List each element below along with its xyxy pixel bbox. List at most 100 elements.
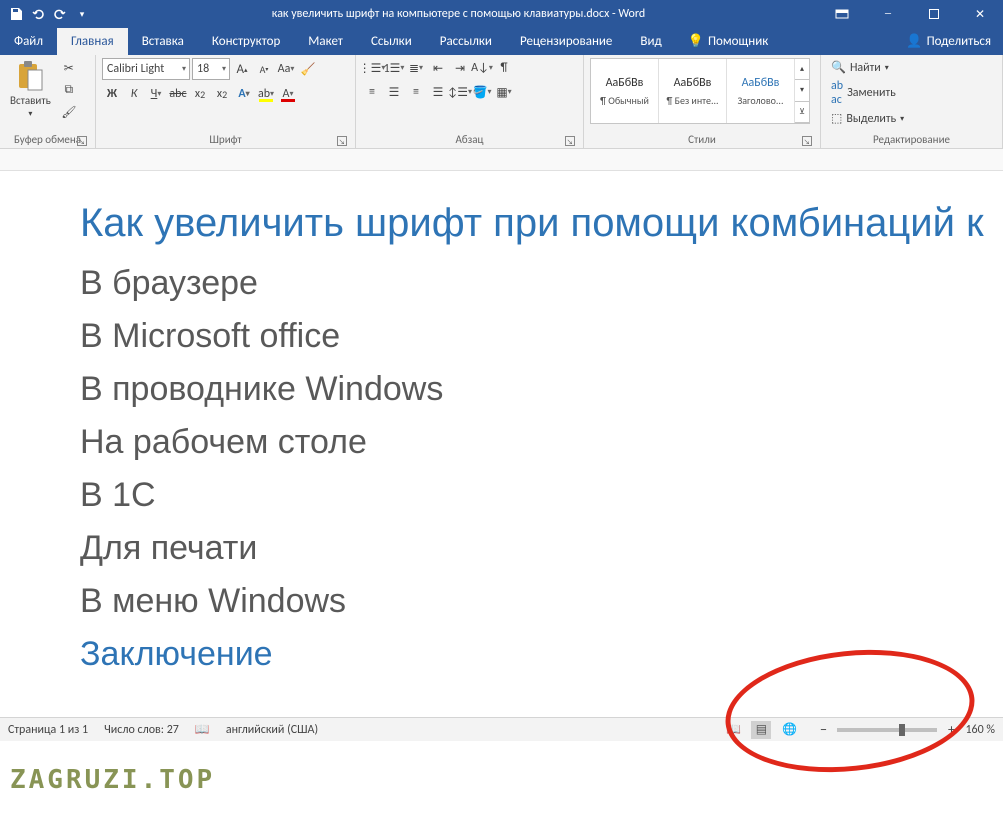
undo-icon[interactable]: [30, 6, 46, 22]
editing-group-label: Редактирование: [873, 133, 950, 146]
italic-icon[interactable]: К: [124, 84, 144, 104]
tab-home[interactable]: Главная: [57, 28, 128, 55]
find-icon: 🔍: [831, 60, 846, 75]
bold-icon[interactable]: Ж: [102, 84, 122, 104]
change-case-icon[interactable]: Aa: [276, 59, 296, 79]
clipboard-launcher[interactable]: ↘: [77, 136, 87, 146]
bullets-icon[interactable]: ⋮☰: [362, 58, 382, 78]
maximize-icon[interactable]: [911, 0, 957, 28]
close-icon[interactable]: ✕: [957, 0, 1003, 28]
ribbon-tabs: Файл Главная Вставка Конструктор Макет С…: [0, 28, 1003, 55]
doc-line[interactable]: В меню Windows: [80, 582, 1003, 621]
sort-icon[interactable]: A↓: [472, 58, 492, 78]
tab-layout[interactable]: Макет: [294, 28, 357, 55]
justify-icon[interactable]: ☰: [428, 82, 448, 102]
copy-icon[interactable]: ⧉: [59, 80, 79, 100]
document-area[interactable]: Как увеличить шрифт при помощи комбинаци…: [0, 171, 1003, 785]
styles-down-icon[interactable]: ▾: [795, 80, 809, 101]
highlight-icon[interactable]: ab: [256, 84, 276, 104]
ruler[interactable]: [0, 149, 1003, 171]
tab-file[interactable]: Файл: [0, 28, 57, 55]
doc-heading[interactable]: Как увеличить шрифт при помощи комбинаци…: [80, 201, 1003, 246]
minimize-icon[interactable]: ─: [865, 0, 911, 28]
zoom-slider[interactable]: [837, 728, 937, 732]
shrink-font-icon[interactable]: A▾: [254, 59, 274, 79]
paste-button[interactable]: Вставить ▾: [6, 58, 55, 121]
web-layout-icon[interactable]: 🌐: [779, 721, 799, 739]
styles-more-icon[interactable]: ⊻: [795, 102, 809, 123]
tab-insert[interactable]: Вставка: [128, 28, 198, 55]
read-mode-icon[interactable]: 📖: [723, 721, 743, 739]
font-group-label: Шрифт: [209, 133, 241, 146]
font-launcher[interactable]: ↘: [337, 136, 347, 146]
tell-me[interactable]: 💡 Помощник: [676, 28, 781, 55]
subscript-icon[interactable]: x2: [190, 84, 210, 104]
tab-design[interactable]: Конструктор: [198, 28, 294, 55]
replace-icon: abac: [831, 79, 843, 107]
tab-mailings[interactable]: Рассылки: [426, 28, 506, 55]
doc-closing[interactable]: Заключение: [80, 635, 1003, 674]
ribbon: Вставить ▾ ✂ ⧉ 🖌 Буфер обмена↘ Calibri L…: [0, 55, 1003, 149]
doc-line[interactable]: В проводнике Windows: [80, 370, 1003, 409]
numbering-icon[interactable]: 1☰: [384, 58, 404, 78]
line-spacing-icon[interactable]: ↕☰: [450, 82, 470, 102]
multilevel-icon[interactable]: ≣: [406, 58, 426, 78]
align-center-icon[interactable]: ☰: [384, 82, 404, 102]
style-normal[interactable]: АаБбВв ¶ Обычный: [591, 59, 659, 123]
print-layout-icon[interactable]: ▤: [751, 721, 771, 739]
status-page[interactable]: Страница 1 из 1: [8, 723, 88, 737]
superscript-icon[interactable]: x2: [212, 84, 232, 104]
style-no-spacing[interactable]: АаБбВв ¶ Без инте...: [659, 59, 727, 123]
ribbon-display-options-icon[interactable]: [819, 0, 865, 28]
find-button[interactable]: 🔍Найти ▾: [831, 60, 904, 75]
share-label: Поделиться: [927, 34, 991, 49]
font-color-icon[interactable]: A: [278, 84, 298, 104]
title-bar: ▾ как увеличить шрифт на компьютере с по…: [0, 0, 1003, 28]
paragraph-launcher[interactable]: ↘: [565, 136, 575, 146]
clipboard-group-label: Буфер обмена: [14, 133, 81, 146]
tab-review[interactable]: Рецензирование: [506, 28, 626, 55]
doc-line[interactable]: На рабочем столе: [80, 423, 1003, 462]
styles-launcher[interactable]: ↘: [802, 136, 812, 146]
decrease-indent-icon[interactable]: ⇤: [428, 58, 448, 78]
doc-line[interactable]: Для печати: [80, 529, 1003, 568]
proofing-icon[interactable]: 📖: [195, 722, 210, 737]
paste-label: Вставить: [10, 94, 51, 107]
grow-font-icon[interactable]: A▴: [232, 59, 252, 79]
text-effects-icon[interactable]: A: [234, 84, 254, 104]
underline-icon[interactable]: Ч: [146, 84, 166, 104]
styles-up-icon[interactable]: ▴: [795, 59, 809, 80]
select-button[interactable]: ⬚Выделить ▾: [831, 111, 904, 126]
zoom-in-icon[interactable]: +: [943, 722, 959, 738]
tab-view[interactable]: Вид: [626, 28, 675, 55]
format-painter-icon[interactable]: 🖌: [59, 102, 79, 122]
clear-formatting-icon[interactable]: 🧹: [298, 59, 318, 79]
font-size-combo[interactable]: 18: [192, 58, 230, 80]
save-icon[interactable]: [8, 6, 24, 22]
increase-indent-icon[interactable]: ⇥: [450, 58, 470, 78]
status-word-count[interactable]: Число слов: 27: [104, 723, 179, 737]
replace-button[interactable]: abacЗаменить: [831, 79, 904, 107]
borders-icon[interactable]: ▦: [494, 82, 514, 102]
zoom-out-icon[interactable]: −: [815, 722, 831, 738]
redo-icon[interactable]: [52, 6, 68, 22]
styles-gallery[interactable]: АаБбВв ¶ Обычный АаБбВв ¶ Без инте... Аа…: [590, 58, 810, 124]
show-marks-icon[interactable]: ¶: [494, 58, 514, 78]
align-right-icon[interactable]: ≡: [406, 82, 426, 102]
cut-icon[interactable]: ✂: [59, 58, 79, 78]
style-heading1[interactable]: АаБбВв Заголово...: [727, 59, 795, 123]
share-button[interactable]: 👤 Поделиться: [894, 28, 1003, 55]
select-icon: ⬚: [831, 111, 842, 126]
zoom-level[interactable]: 160 %: [965, 723, 995, 737]
doc-line[interactable]: В 1С: [80, 476, 1003, 515]
status-language[interactable]: английский (США): [226, 723, 318, 737]
tell-me-label: Помощник: [708, 34, 768, 49]
font-name-combo[interactable]: Calibri Light: [102, 58, 190, 80]
qat-customize-icon[interactable]: ▾: [74, 6, 90, 22]
shading-icon[interactable]: 🪣: [472, 82, 492, 102]
doc-line[interactable]: В браузере: [80, 264, 1003, 303]
align-left-icon[interactable]: ≡: [362, 82, 382, 102]
tab-references[interactable]: Ссылки: [357, 28, 426, 55]
strikethrough-icon[interactable]: abc: [168, 84, 188, 104]
doc-line[interactable]: В Microsoft office: [80, 317, 1003, 356]
